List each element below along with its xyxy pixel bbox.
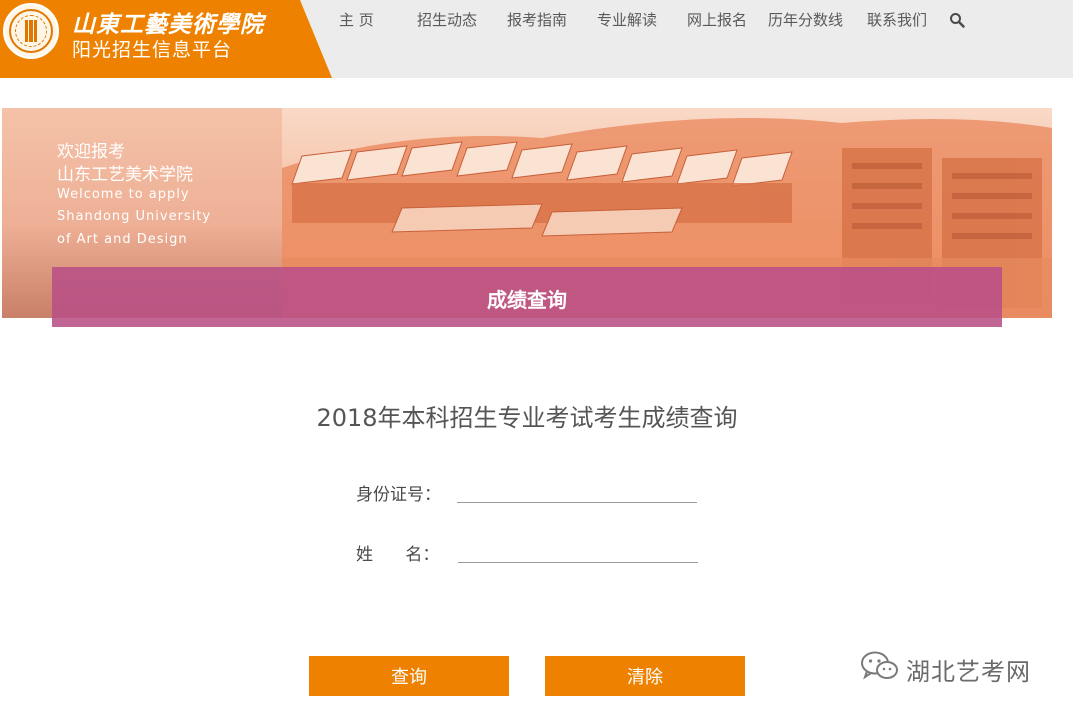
name-label: 姓 名： [356, 545, 440, 565]
nav-past-scores[interactable]: 历年分数线 [768, 9, 843, 30]
nav-application-guide[interactable]: 报考指南 [507, 9, 567, 30]
nav-home[interactable]: 主 页 [339, 9, 374, 30]
welcome-text-cn-2: 山东工艺美术学院 [57, 165, 193, 185]
page: 山東工藝美術學院 阳光招生信息平台 主 页 招生动态 报考指南 专业解读 网上报… [0, 0, 1073, 711]
watermark-text: 湖北艺考网 [906, 658, 1031, 686]
nav-online-registration[interactable]: 网上报名 [687, 9, 747, 30]
form-title: 2018年本科招生专业考试考生成绩查询 [316, 404, 738, 432]
id-number-label: 身份证号： [356, 485, 441, 505]
watermark: 湖北艺考网 [860, 648, 1060, 686]
search-icon[interactable] [949, 12, 965, 28]
name-input[interactable] [458, 537, 698, 563]
welcome-text-en-2: Shandong University [57, 209, 212, 224]
section-title-bar: 成绩查询 [52, 267, 1002, 327]
nav-contact-us[interactable]: 联系我们 [867, 9, 927, 30]
id-number-input[interactable] [457, 477, 697, 503]
nav-majors[interactable]: 专业解读 [597, 9, 657, 30]
query-button[interactable]: 查询 [309, 656, 509, 696]
welcome-text-cn-1: 欢迎报考 [57, 142, 125, 162]
main-nav: 主 页 招生动态 报考指南 专业解读 网上报名 历年分数线 联系我们 [0, 9, 1073, 31]
section-title: 成绩查询 [487, 288, 567, 312]
welcome-text-en-3: of Art and Design [57, 232, 188, 247]
site-header: 山東工藝美術學院 阳光招生信息平台 主 页 招生动态 报考指南 专业解读 网上报… [0, 0, 1073, 78]
nav-admission-news[interactable]: 招生动态 [417, 9, 477, 30]
welcome-text-en-1: Welcome to apply [57, 187, 190, 202]
wechat-icon [861, 651, 898, 680]
clear-button[interactable]: 清除 [545, 656, 745, 696]
platform-name: 阳光招生信息平台 [72, 39, 233, 61]
